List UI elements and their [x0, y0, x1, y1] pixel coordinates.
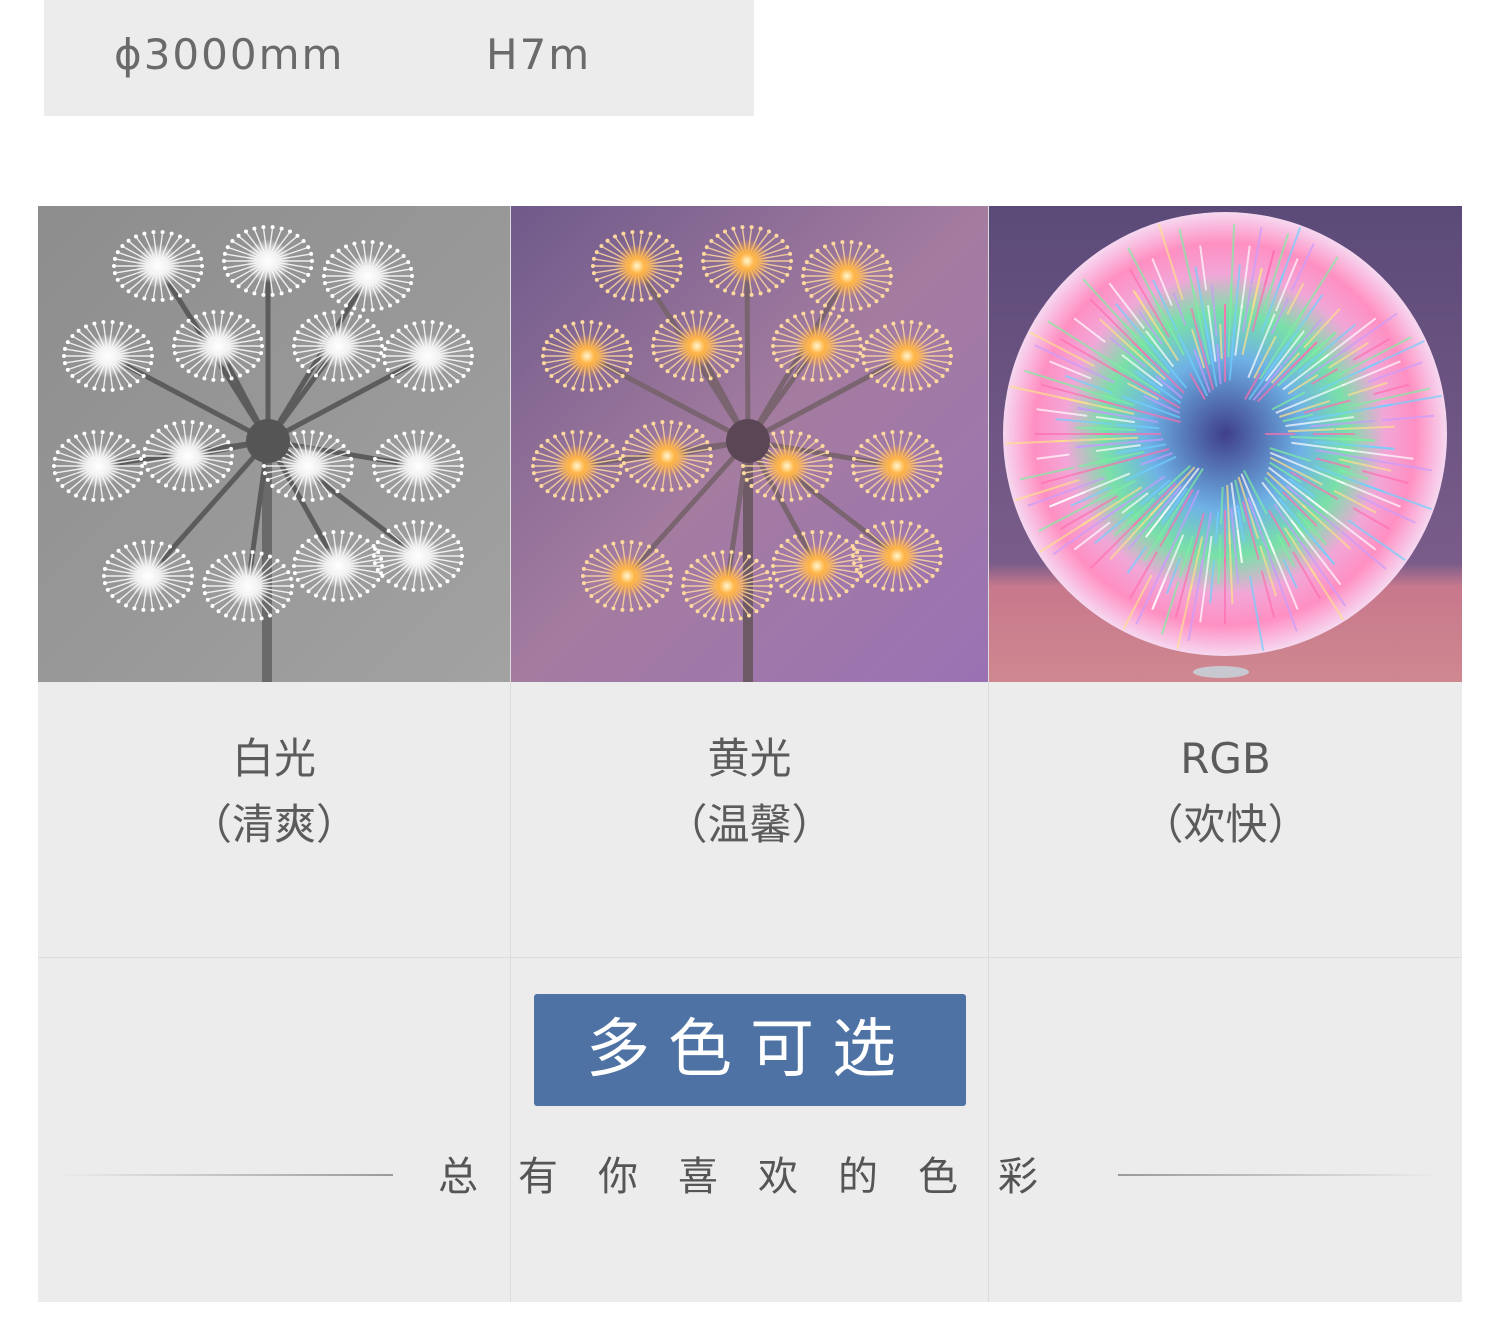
decorative-rule [58, 1174, 393, 1176]
spec-box: ϕ3000mm H7m [44, 0, 754, 116]
option-title: 白光 [231, 734, 316, 783]
divider [38, 957, 1462, 958]
decorative-rule [1118, 1174, 1438, 1176]
color-options-panel: 白光 （清爽） 黄光 （温馨） RGB （欢快） 多色可选 总有你喜欢的色彩 [38, 206, 1462, 1302]
option-title: 黄光 [707, 734, 792, 783]
option-title: RGB [1180, 734, 1271, 783]
slogan: 总有你喜欢的色彩 [438, 1154, 1078, 1200]
warm-light-photo [511, 206, 988, 682]
white-light-photo [38, 206, 510, 682]
diameter-spec: ϕ3000mm [114, 30, 345, 79]
height-spec: H7m [486, 30, 592, 79]
option-subtitle: （清爽） [189, 800, 358, 849]
option-subtitle: （欢快） [1141, 800, 1310, 849]
option-subtitle: （温馨） [665, 800, 834, 849]
rgb-light-caption: RGB （欢快） [989, 726, 1462, 858]
warm-light-caption: 黄光 （温馨） [511, 726, 988, 858]
multi-color-badge: 多色可选 [534, 994, 966, 1106]
white-light-caption: 白光 （清爽） [38, 726, 510, 858]
rgb-light-photo [989, 206, 1462, 682]
